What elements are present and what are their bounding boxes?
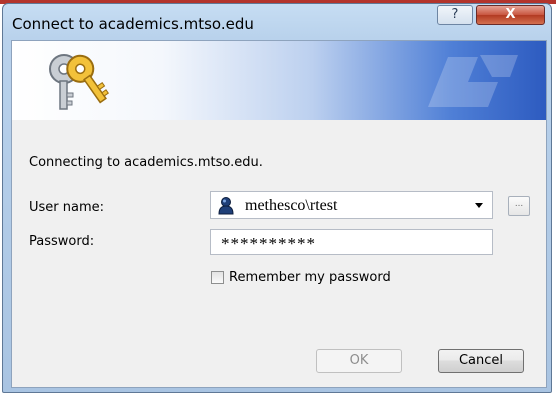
cancel-button[interactable]: Cancel — [438, 349, 524, 373]
dialog-body: Connecting to academics.mtso.edu. User n… — [11, 40, 547, 388]
password-field[interactable]: ********** — [210, 229, 493, 255]
remember-password-checkbox[interactable] — [211, 271, 224, 284]
password-value: ********** — [221, 234, 316, 253]
ok-button[interactable]: OK — [316, 349, 402, 373]
user-name-combobox[interactable]: methesco\rtest — [210, 191, 493, 219]
banner-watermark-icon — [428, 55, 518, 107]
close-button[interactable]: X — [476, 5, 545, 25]
close-icon: X — [505, 7, 516, 22]
credentials-dialog: Connect to academics.mtso.edu ? X Connec… — [2, 3, 552, 393]
browse-users-button[interactable]: ... — [508, 196, 530, 216]
help-icon: ? — [451, 7, 459, 22]
remember-password-label[interactable]: Remember my password — [229, 270, 391, 285]
help-button[interactable]: ? — [437, 5, 473, 25]
title-bar[interactable]: Connect to academics.mtso.edu ? X — [3, 4, 551, 40]
user-name-label: User name: — [29, 200, 105, 215]
user-account-icon — [218, 197, 234, 215]
connecting-message: Connecting to academics.mtso.edu. — [29, 155, 263, 170]
keys-icon — [49, 54, 109, 110]
password-label: Password: — [29, 234, 95, 249]
user-name-value: methesco\rtest — [245, 197, 338, 214]
chevron-down-icon[interactable] — [468, 194, 490, 216]
dialog-title: Connect to academics.mtso.edu — [12, 15, 254, 33]
header-banner — [12, 41, 546, 120]
